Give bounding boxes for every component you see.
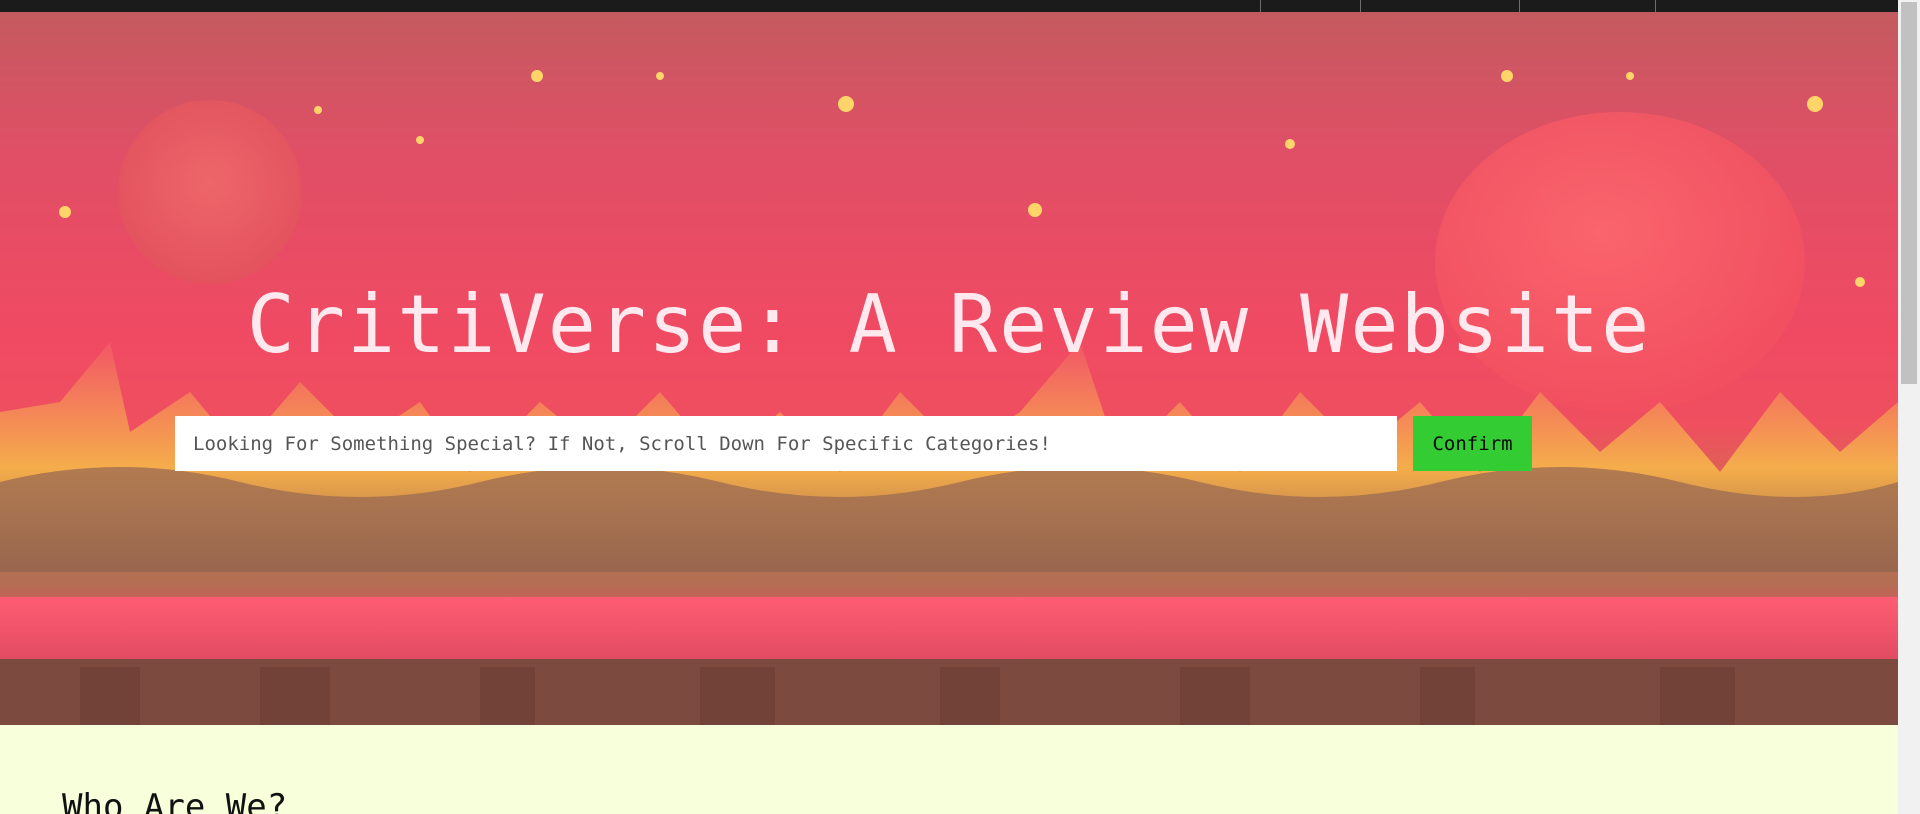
site-title: CritiVerse: A Review Website — [246, 278, 1652, 371]
search-input[interactable] — [175, 416, 1397, 471]
page: CritiVerse: A Review Website Confirm Who… — [0, 0, 1920, 814]
page-scrollbar[interactable] — [1898, 0, 1920, 814]
about-heading: Who Are We? — [62, 787, 288, 814]
top-nav-bar — [0, 0, 1898, 12]
scrollbar-thumb[interactable] — [1901, 2, 1917, 384]
confirm-button[interactable]: Confirm — [1413, 416, 1532, 471]
nav-divider — [1360, 0, 1361, 12]
nav-divider — [1519, 0, 1520, 12]
nav-divider — [1260, 0, 1261, 12]
nav-divider — [1655, 0, 1656, 12]
about-section: Who Are We? — [0, 725, 1898, 814]
hero-banner: CritiVerse: A Review Website Confirm — [0, 12, 1898, 725]
